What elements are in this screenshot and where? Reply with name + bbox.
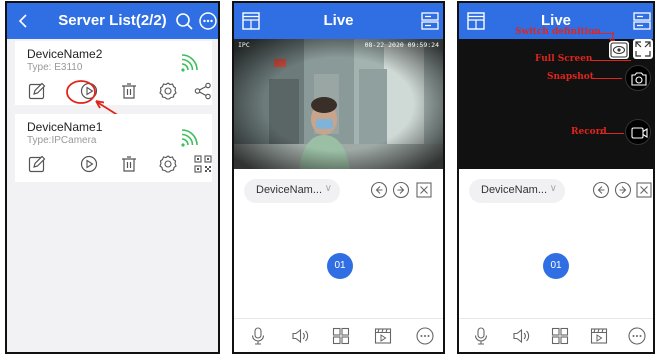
share-icon[interactable] (193, 81, 213, 101)
device-select-value: DeviceNam... (256, 184, 323, 196)
annotation-line (591, 60, 631, 61)
switch-definition-annotation: Switch definition (515, 27, 601, 37)
full-screen-annotation: Full Screen (535, 54, 593, 64)
close-window-icon[interactable] (635, 181, 653, 199)
chevron-down-icon: ∨ (324, 183, 332, 194)
device-list-icon[interactable] (419, 10, 441, 32)
snapshot-button[interactable] (625, 65, 651, 91)
speaker-icon[interactable] (511, 326, 531, 346)
record-button[interactable] (625, 119, 651, 145)
search-icon[interactable] (173, 10, 195, 32)
device-name: DeviceName2 (27, 47, 103, 61)
delete-icon[interactable] (119, 154, 139, 174)
previous-icon[interactable] (370, 181, 388, 199)
top-bar: Server List(2/2) (7, 3, 218, 39)
microphone-icon[interactable] (471, 326, 491, 346)
playback-icon[interactable] (373, 326, 393, 346)
speaker-icon[interactable] (290, 326, 310, 346)
play-icon[interactable] (79, 154, 99, 174)
device-type: Type:IPCamera (27, 135, 97, 146)
close-window-icon[interactable] (415, 181, 433, 199)
wifi-signal-icon (179, 128, 199, 148)
channel-badge[interactable]: 01 (543, 253, 569, 279)
edit-icon[interactable] (27, 81, 47, 101)
qrcode-icon[interactable] (193, 154, 213, 174)
next-icon[interactable] (614, 181, 632, 199)
live-screen: Live IPC 08-22 2020 09:59:24 DeviceNam..… (232, 1, 445, 354)
server-list-screen: Server List(2/2) DeviceName2 Type: E3110 (5, 1, 220, 354)
microphone-icon[interactable] (248, 326, 268, 346)
more-icon[interactable] (627, 326, 647, 346)
switch-definition-button[interactable] (609, 41, 629, 59)
osd-timestamp: 08-22 2020 09:59:24 (364, 41, 439, 49)
bottom-toolbar (234, 318, 443, 352)
next-icon[interactable] (392, 181, 410, 199)
bottom-toolbar (459, 318, 653, 352)
annotation-line (592, 78, 622, 79)
chevron-down-icon: ∨ (549, 183, 557, 194)
more-icon[interactable] (197, 10, 218, 32)
playback-icon[interactable] (589, 326, 609, 346)
device-card[interactable]: DeviceName1 Type:IPCamera (15, 114, 212, 182)
snapshot-annotation: Snapshot (547, 72, 594, 82)
wifi-signal-icon (179, 53, 199, 73)
annotation-line (600, 133, 624, 134)
channel-badge[interactable]: 01 (327, 253, 353, 279)
live-annotated-screen: Live Switch definition Full Screen Snaps… (457, 1, 655, 354)
device-list-icon[interactable] (631, 10, 653, 32)
grid-layout-icon[interactable] (550, 326, 570, 346)
grid-layout-icon[interactable] (331, 326, 351, 346)
settings-icon[interactable] (158, 81, 178, 101)
edit-icon[interactable] (27, 154, 47, 174)
settings-icon[interactable] (158, 154, 178, 174)
device-select-value: DeviceNam... (481, 184, 548, 196)
device-select-dropdown[interactable]: DeviceNam... ∨ (244, 179, 340, 203)
record-annotation: Record (571, 127, 607, 137)
video-frame (234, 39, 443, 169)
top-bar: Live (234, 3, 443, 39)
camera-video-feed[interactable]: IPC 08-22 2020 09:59:24 (234, 39, 443, 169)
device-type: Type: E3110 (27, 62, 83, 73)
previous-icon[interactable] (592, 181, 610, 199)
more-icon[interactable] (415, 326, 435, 346)
osd-channel-label: IPC (238, 41, 250, 49)
device-select-dropdown[interactable]: DeviceNam... ∨ (469, 179, 565, 203)
device-name: DeviceName1 (27, 120, 103, 134)
page-title: Live (323, 12, 354, 29)
full-screen-button[interactable] (633, 39, 653, 59)
